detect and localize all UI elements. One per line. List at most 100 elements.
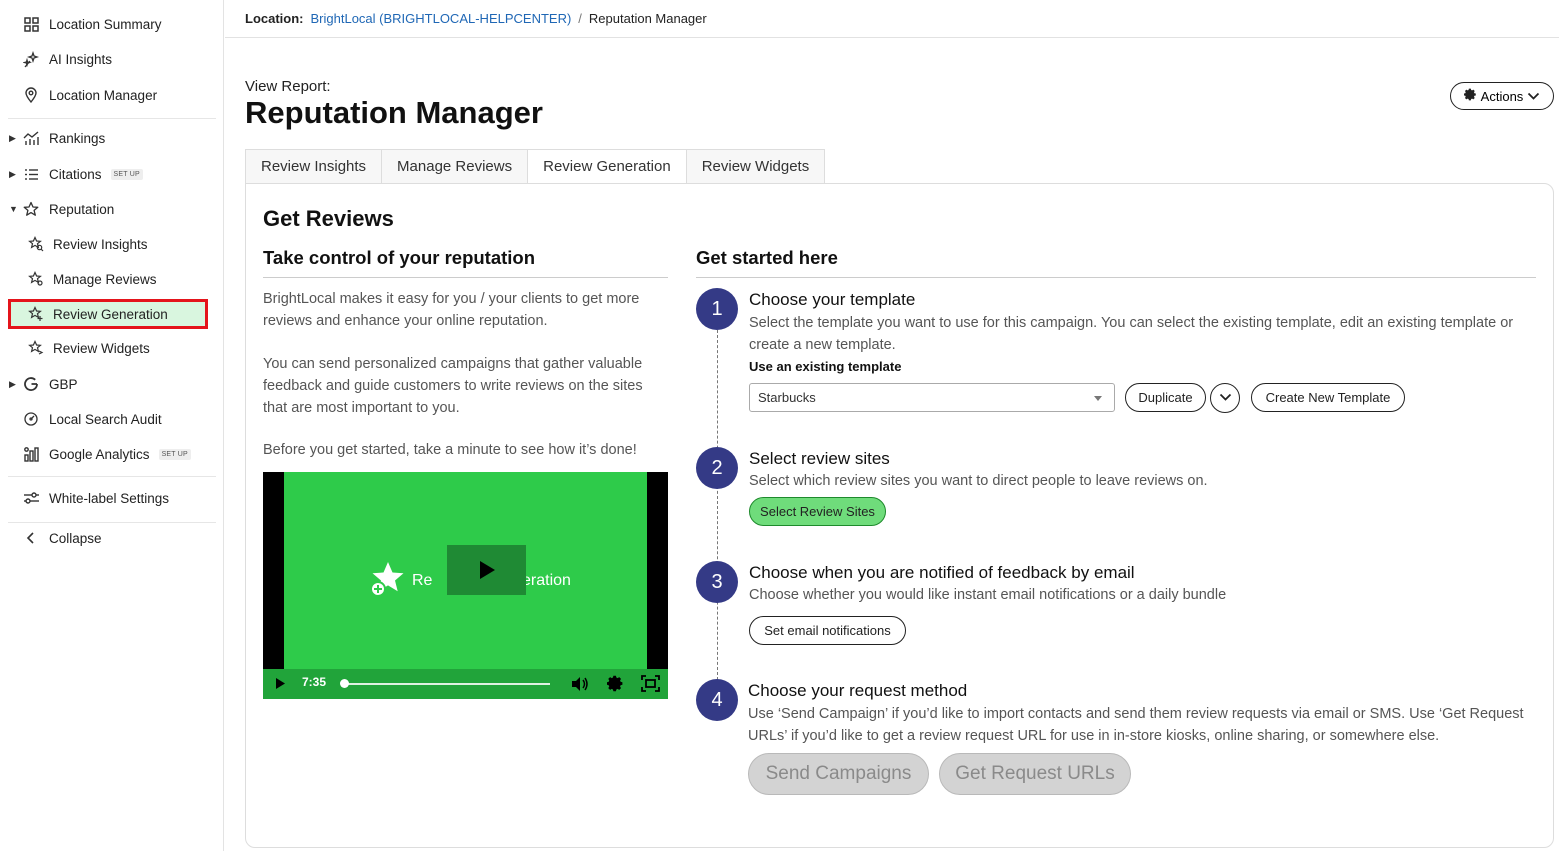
duplicate-button[interactable]: Duplicate bbox=[1125, 383, 1206, 412]
google-icon bbox=[22, 375, 40, 393]
video-progress-handle[interactable] bbox=[340, 679, 349, 688]
set-email-notifications-button[interactable]: Set email notifications bbox=[749, 616, 906, 645]
play-icon[interactable] bbox=[275, 677, 286, 695]
video-time: 7:35 bbox=[302, 675, 327, 689]
sidebar-item-label: Manage Reviews bbox=[53, 271, 157, 287]
star-search-icon bbox=[28, 235, 44, 253]
tab-review-generation[interactable]: Review Generation bbox=[527, 149, 686, 184]
sidebar-item-label: Review Generation bbox=[53, 306, 168, 322]
chevron-down-icon bbox=[1527, 89, 1540, 104]
step-1-number: 1 bbox=[696, 288, 738, 330]
video-title-right: eration bbox=[522, 572, 571, 589]
actions-button[interactable]: Actions bbox=[1450, 82, 1554, 110]
tab-review-widgets[interactable]: Review Widgets bbox=[685, 149, 826, 184]
template-select-value: Starbucks bbox=[758, 390, 816, 405]
left-subheading: Take control of your reputation bbox=[263, 247, 536, 268]
audit-icon bbox=[22, 410, 40, 428]
sidebar-item-label: Location Summary bbox=[49, 16, 162, 32]
left-rule bbox=[263, 277, 668, 278]
chart-icon bbox=[22, 129, 40, 147]
chevron-down-icon bbox=[1219, 389, 1232, 407]
sidebar-item-ai-insights[interactable]: AI Insights bbox=[0, 44, 224, 74]
step-4-description: Use ‘Send Campaign’ if you’d like to imp… bbox=[748, 706, 1524, 744]
setup-badge: SET UP bbox=[158, 449, 191, 461]
star-plus-icon bbox=[28, 305, 44, 323]
star-plus-logo-icon bbox=[368, 560, 406, 603]
grid-icon bbox=[22, 15, 40, 33]
tutorial-video[interactable]: Re eration 7:35 bbox=[263, 472, 668, 699]
sidebar-item-rankings[interactable]: ▶ Rankings bbox=[0, 123, 224, 153]
caret-right-icon: ▶ bbox=[9, 378, 16, 389]
video-frame: Re eration bbox=[284, 472, 647, 669]
view-report-label: View Report: bbox=[245, 78, 331, 95]
sidebar-item-label: GBP bbox=[49, 376, 78, 392]
page-title: Reputation Manager bbox=[245, 95, 543, 130]
play-button[interactable] bbox=[447, 545, 526, 595]
sidebar-item-review-insights[interactable]: Review Insights bbox=[0, 229, 224, 259]
analytics-icon bbox=[22, 445, 40, 463]
sidebar-item-label: Reputation bbox=[49, 201, 115, 217]
gear-icon bbox=[1463, 88, 1477, 104]
sidebar-item-label: White-label Settings bbox=[49, 490, 170, 506]
sidebar-collapse-button[interactable]: Collapse bbox=[0, 523, 224, 553]
list-icon bbox=[22, 165, 40, 183]
sidebar-item-gbp[interactable]: ▶ GBP bbox=[0, 369, 224, 399]
sparkle-icon bbox=[22, 50, 40, 68]
sidebar-item-label: Location Manager bbox=[49, 87, 158, 103]
sidebar-item-label: Collapse bbox=[49, 530, 102, 546]
sidebar-item-label: AI Insights bbox=[49, 51, 113, 67]
setup-badge: SET UP bbox=[110, 169, 143, 181]
create-new-template-button[interactable]: Create New Template bbox=[1251, 383, 1405, 412]
sidebar-item-location-summary[interactable]: Location Summary bbox=[0, 9, 224, 39]
settings-icon[interactable] bbox=[607, 675, 624, 697]
sidebar-item-label: Google Analytics bbox=[49, 446, 150, 462]
chevron-left-icon bbox=[22, 529, 40, 547]
breadcrumb-current: Reputation Manager bbox=[588, 11, 707, 26]
step-3-number: 3 bbox=[696, 561, 738, 603]
sidebar-item-manage-reviews[interactable]: Manage Reviews bbox=[0, 264, 224, 294]
video-controls: 7:35 bbox=[263, 669, 668, 699]
template-select[interactable]: Starbucks bbox=[749, 383, 1115, 412]
sidebar-item-label-wrap: Google Analytics SET UP bbox=[49, 447, 191, 462]
sidebar-item-location-manager[interactable]: Location Manager bbox=[0, 80, 224, 110]
intro-paragraph-3: Before you get started, take a minute to… bbox=[263, 442, 637, 458]
intro-paragraph-2: You can send personalized campaigns that… bbox=[263, 356, 643, 416]
template-options-button[interactable] bbox=[1210, 383, 1240, 413]
step-2-title: Select review sites bbox=[749, 449, 890, 468]
sidebar-item-review-widgets[interactable]: Review Widgets bbox=[0, 333, 224, 363]
step-1-description: Select the template you want to use for … bbox=[749, 315, 1514, 353]
sidebar: Location Summary AI Insights Location Ma… bbox=[0, 0, 224, 851]
step-4-title: Choose your request method bbox=[748, 681, 968, 700]
sidebar-item-citations[interactable]: ▶ Citations SET UP bbox=[0, 159, 224, 189]
breadcrumb-location-link[interactable]: BrightLocal (BRIGHTLOCAL-HELPCENTER) bbox=[311, 11, 572, 26]
star-icon bbox=[22, 200, 40, 218]
caret-right-icon: ▶ bbox=[9, 168, 16, 179]
sidebar-divider bbox=[8, 118, 216, 119]
tab-manage-reviews[interactable]: Manage Reviews bbox=[381, 149, 528, 184]
step-2-number: 2 bbox=[696, 447, 738, 489]
tab-review-insights[interactable]: Review Insights bbox=[245, 149, 382, 184]
caret-right-icon: ▶ bbox=[9, 132, 16, 143]
sidebar-divider bbox=[8, 476, 216, 477]
intro-paragraph-1: BrightLocal makes it easy for you / your… bbox=[263, 291, 640, 329]
sidebar-item-label: Local Search Audit bbox=[49, 411, 162, 427]
star-widget-icon bbox=[28, 339, 44, 357]
fullscreen-icon[interactable] bbox=[641, 675, 660, 697]
caret-down-icon: ▼ bbox=[9, 204, 18, 214]
sidebar-item-google-analytics[interactable]: Google Analytics SET UP bbox=[0, 439, 224, 469]
step-3-title: Choose when you are notified of feedback… bbox=[749, 563, 1135, 582]
breadcrumb-separator: / bbox=[578, 11, 582, 26]
sidebar-item-local-search-audit[interactable]: Local Search Audit bbox=[0, 404, 224, 434]
template-field-label: Use an existing template bbox=[749, 359, 902, 374]
select-review-sites-button[interactable]: Select Review Sites bbox=[749, 497, 886, 526]
sidebar-item-white-label-settings[interactable]: White-label Settings bbox=[0, 483, 224, 513]
get-request-urls-button[interactable]: Get Request URLs bbox=[939, 753, 1131, 795]
send-campaigns-button[interactable]: Send Campaigns bbox=[748, 753, 929, 795]
sidebar-item-reputation[interactable]: ▼ Reputation bbox=[0, 194, 224, 224]
chevron-down-icon bbox=[1094, 396, 1102, 401]
sidebar-item-label-wrap: Citations SET UP bbox=[49, 167, 143, 182]
actions-label: Actions bbox=[1480, 88, 1524, 104]
video-progress-track[interactable] bbox=[343, 683, 550, 685]
volume-icon[interactable] bbox=[571, 676, 589, 697]
sidebar-item-review-generation[interactable]: Review Generation bbox=[0, 299, 224, 329]
